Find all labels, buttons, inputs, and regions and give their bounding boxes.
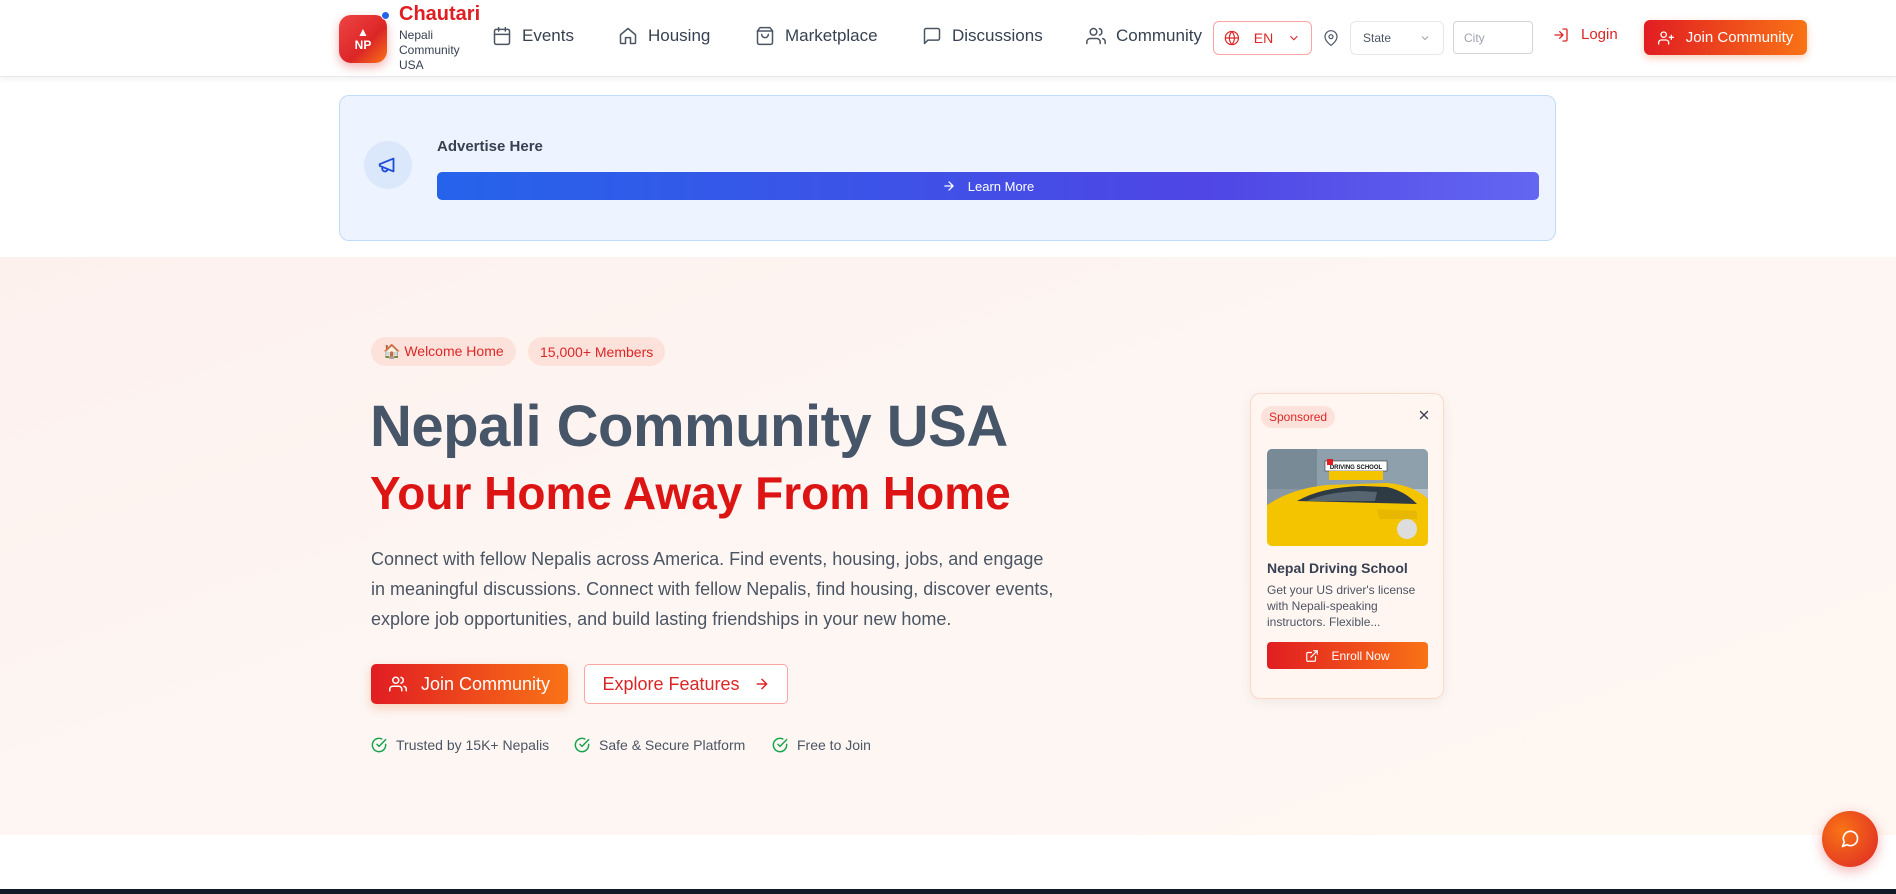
sponsored-card: Sponsored DRIVING SCHOOL Nepal Driving S…: [1250, 393, 1444, 699]
state-placeholder: State: [1363, 31, 1392, 45]
nav-label: Events: [522, 26, 574, 45]
advertise-banner: Advertise Here Learn More: [339, 95, 1556, 241]
login-button[interactable]: Login: [1553, 26, 1618, 43]
map-pin-icon: [1324, 30, 1338, 47]
shopping-bag-icon: [756, 26, 774, 46]
nav-label: Discussions: [952, 26, 1043, 45]
globe-icon: [1224, 30, 1240, 46]
users-icon: [1086, 27, 1106, 45]
trust-label: Trusted by 15K+ Nepalis: [396, 737, 550, 753]
sponsor-description: Get your US driver's license with Nepali…: [1267, 583, 1416, 629]
hero-join-label: Join Community: [420, 673, 551, 694]
check-circle-icon: [772, 737, 788, 753]
close-button[interactable]: [1415, 406, 1433, 424]
learn-more-button[interactable]: Learn More: [437, 172, 1539, 200]
sponsor-name: Nepal Driving School: [1267, 560, 1408, 576]
brand-subtitle: Nepali Community USA: [399, 28, 460, 72]
external-link-icon: [1306, 649, 1319, 662]
advertise-title: Advertise Here: [437, 138, 543, 155]
language-value: EN: [1253, 30, 1274, 46]
enroll-now-button[interactable]: Enroll Now: [1267, 642, 1428, 669]
sponsored-tag: Sponsored: [1261, 406, 1336, 428]
close-icon: [1419, 410, 1429, 420]
trust-label: Safe & Secure Platform: [599, 737, 746, 753]
nav-discussions[interactable]: Discussions: [922, 26, 1043, 46]
chevron-down-icon: [1290, 35, 1298, 41]
chat-button[interactable]: [1822, 811, 1878, 867]
check-circle-icon: [574, 737, 590, 753]
ad-icon-badge: [364, 141, 412, 189]
join-community-button[interactable]: Join Community: [1644, 20, 1807, 55]
message-square-icon: [923, 27, 941, 45]
image-sign-text: DRIVING SCHOOL: [1330, 465, 1383, 471]
hero-title: Nepali Community USA: [370, 394, 1008, 459]
users-icon: [388, 676, 407, 692]
nav-label: Marketplace: [785, 26, 878, 45]
hero-description: Connect with fellow Nepalis across Ameri…: [371, 549, 1054, 629]
trust-item: Trusted by 15K+ Nepalis: [371, 737, 549, 753]
learn-more-label: Learn More: [967, 178, 1035, 194]
status-dot: [381, 11, 390, 20]
trust-label: Free to Join: [797, 737, 871, 753]
message-circle-icon: [1841, 830, 1859, 848]
home-icon: [619, 27, 637, 45]
log-in-icon: [1554, 27, 1568, 42]
arrow-right-icon: [944, 181, 954, 191]
state-select[interactable]: State: [1350, 21, 1444, 55]
top-navbar: ▲ NP Chautari Nepali Community USA Event…: [0, 0, 1896, 77]
nav-events[interactable]: Events: [492, 26, 574, 46]
hero-subtitle: Your Home Away From Home: [370, 467, 1011, 519]
brand-title[interactable]: Chautari: [399, 3, 480, 26]
megaphone-icon: [378, 157, 395, 173]
explore-features-button[interactable]: Explore Features: [584, 664, 788, 704]
join-label: Join Community: [1685, 29, 1794, 46]
logo[interactable]: ▲ NP: [339, 15, 387, 63]
language-select[interactable]: EN: [1213, 21, 1312, 55]
mountain-icon: ▲: [357, 25, 369, 39]
nav-label: Community: [1116, 26, 1202, 45]
bottom-section-edge: [0, 889, 1896, 894]
hero-join-button[interactable]: Join Community: [371, 664, 568, 704]
welcome-badge: 🏠 Welcome Home: [371, 337, 516, 366]
driving-school-car-image: DRIVING SCHOOL: [1267, 449, 1428, 546]
enroll-label: Enroll Now: [1331, 648, 1390, 663]
logo-text: NP: [354, 38, 372, 52]
trust-item: Free to Join: [772, 737, 871, 753]
nav-housing[interactable]: Housing: [618, 26, 710, 46]
explore-label: Explore Features: [602, 673, 740, 694]
nav-community[interactable]: Community: [1086, 26, 1202, 46]
city-input[interactable]: [1453, 21, 1533, 54]
user-plus-icon: [1657, 30, 1674, 45]
members-badge: 15,000+ Members: [528, 337, 666, 366]
sponsor-image[interactable]: DRIVING SCHOOL: [1267, 449, 1428, 546]
trust-item: Safe & Secure Platform: [574, 737, 745, 753]
chevron-down-icon: [1421, 36, 1429, 41]
nav-marketplace[interactable]: Marketplace: [755, 26, 878, 46]
login-label: Login: [1581, 26, 1618, 43]
check-circle-icon: [371, 737, 387, 753]
calendar-icon: [493, 26, 511, 46]
arrow-right-icon: [756, 678, 767, 690]
nav-label: Housing: [648, 26, 711, 45]
